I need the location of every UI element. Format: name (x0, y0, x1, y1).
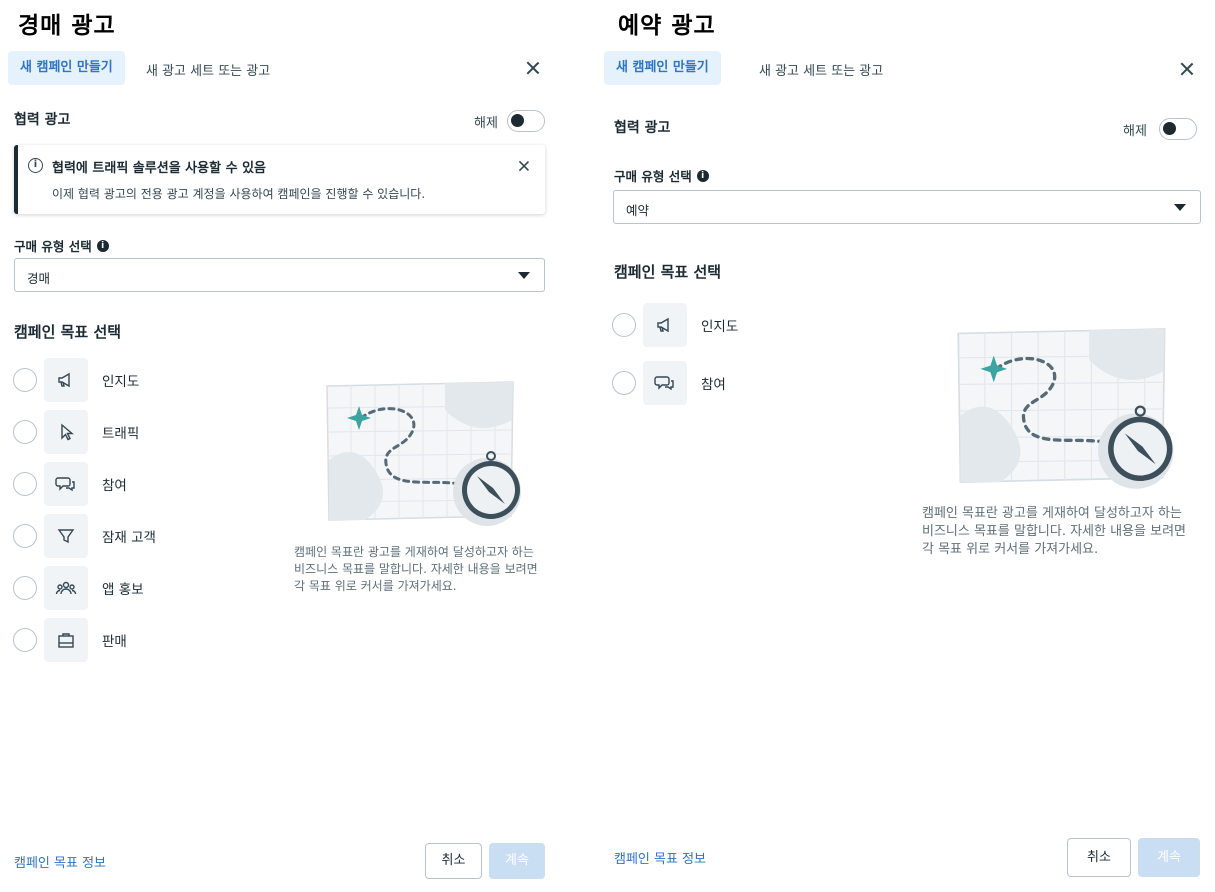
toggle-knob (1163, 122, 1176, 135)
objective-label: 판매 (102, 634, 127, 650)
panel-heading: 경매 광고 (18, 13, 116, 39)
notice-close-icon[interactable] (517, 159, 531, 173)
info-icon: i (96, 239, 109, 252)
partner-ads-label: 협력 광고 (614, 120, 671, 136)
buying-type-select[interactable]: 예약 (613, 190, 1201, 224)
buying-type-select[interactable]: 경매 (14, 258, 545, 292)
info-icon: i (28, 158, 43, 173)
radio-button[interactable] (13, 368, 37, 392)
caret-down-icon (1174, 204, 1186, 211)
objective-description: 캠페인 목표란 광고를 게재하여 달성하고자 하는 비즈니스 목표를 말합니다.… (294, 545, 538, 593)
partner-ads-label: 협력 광고 (14, 112, 71, 128)
objective-option-sales[interactable]: 판매 (13, 618, 127, 662)
megaphone-icon (44, 358, 88, 402)
radio-button[interactable] (612, 313, 636, 337)
tab-new-adset-or-ad[interactable]: 새 광고 세트 또는 광고 (759, 60, 883, 79)
auction-ads-panel: 경매 광고 새 캠페인 만들기 새 광고 세트 또는 광고 협력 광고 해제 i… (0, 0, 560, 892)
campaign-objective-info-link[interactable]: 캠페인 목표 정보 (614, 848, 706, 867)
shopping-bag-icon (44, 618, 88, 662)
tab-new-campaign[interactable]: 새 캠페인 만들기 (604, 51, 721, 85)
map-compass-illustration (956, 325, 1178, 499)
buying-type-value: 경매 (27, 271, 51, 286)
tab-new-adset-or-ad[interactable]: 새 광고 세트 또는 광고 (146, 60, 270, 79)
cancel-button[interactable]: 취소 (1067, 838, 1131, 877)
radio-button[interactable] (13, 628, 37, 652)
objective-heading: 캠페인 목표 선택 (614, 263, 722, 281)
people-icon (44, 566, 88, 610)
buying-type-value: 예약 (626, 203, 650, 218)
objective-label: 잠재 고객 (102, 530, 156, 546)
chat-bubbles-icon (643, 361, 687, 405)
objective-option-leads[interactable]: 잠재 고객 (13, 514, 156, 558)
radio-button[interactable] (13, 576, 37, 600)
funnel-icon (44, 514, 88, 558)
notice-body: 이제 협력 광고의 전용 광고 계정을 사용하여 캠페인을 진행할 수 있습니다… (52, 187, 426, 201)
tab-new-campaign[interactable]: 새 캠페인 만들기 (8, 51, 125, 85)
notice-title: 협력에 트래픽 솔루션을 사용할 수 있음 (52, 161, 266, 176)
cancel-button[interactable]: 취소 (425, 843, 482, 879)
toggle-label: 해제 (474, 116, 498, 131)
partner-ads-toggle[interactable] (1159, 118, 1197, 140)
buying-type-label: 구매 유형 선택 i (14, 236, 109, 255)
objective-option-app-promotion[interactable]: 앱 홍보 (13, 566, 144, 610)
radio-button[interactable] (612, 371, 636, 395)
objective-label: 트래픽 (102, 426, 140, 442)
toggle-label: 해제 (1123, 124, 1147, 139)
megaphone-icon (643, 303, 687, 347)
objective-label: 참여 (701, 377, 726, 393)
reservation-ads-panel: 예약 광고 새 캠페인 만들기 새 광고 세트 또는 광고 협력 광고 해제 구… (600, 0, 1215, 892)
partner-ads-toggle[interactable] (507, 110, 545, 132)
continue-button[interactable]: 계속 (489, 843, 545, 879)
toggle-knob (511, 114, 524, 127)
objective-label: 앱 홍보 (102, 582, 144, 598)
radio-button[interactable] (13, 524, 37, 548)
radio-button[interactable] (13, 420, 37, 444)
buying-type-label-text: 구매 유형 선택 (14, 239, 92, 254)
cursor-icon (44, 410, 88, 454)
objective-option-engagement[interactable]: 참여 (612, 361, 726, 405)
close-icon[interactable] (1178, 60, 1196, 78)
radio-button[interactable] (13, 472, 37, 496)
objective-label: 인지도 (701, 319, 739, 335)
campaign-objective-info-link[interactable]: 캠페인 목표 정보 (14, 852, 106, 871)
continue-button[interactable]: 계속 (1138, 838, 1200, 877)
info-notice: i 협력에 트래픽 솔루션을 사용할 수 있음 이제 협력 광고의 전용 광고 … (14, 145, 545, 214)
objective-label: 인지도 (102, 374, 140, 390)
objective-description: 캠페인 목표란 광고를 게재하여 달성하고자 하는 비즈니스 목표를 말합니다.… (922, 506, 1186, 557)
objective-option-engagement[interactable]: 참여 (13, 462, 127, 506)
chat-bubbles-icon (44, 462, 88, 506)
objective-label: 참여 (102, 478, 127, 494)
close-icon[interactable] (524, 59, 542, 77)
info-icon: i (696, 169, 709, 182)
panel-heading: 예약 광고 (618, 13, 716, 39)
buying-type-label: 구매 유형 선택 i (614, 166, 709, 185)
caret-down-icon (518, 272, 530, 279)
objective-heading: 캠페인 목표 선택 (14, 323, 122, 341)
objective-option-traffic[interactable]: 트래픽 (13, 410, 139, 454)
objective-option-awareness[interactable]: 인지도 (13, 358, 139, 402)
buying-type-label-text: 구매 유형 선택 (614, 169, 692, 184)
objective-option-awareness[interactable]: 인지도 (612, 303, 738, 347)
map-compass-illustration (325, 380, 525, 534)
